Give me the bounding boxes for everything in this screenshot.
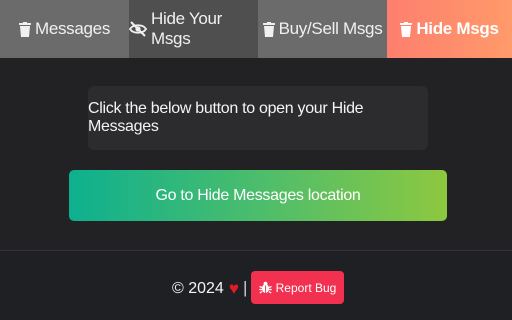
go-button-label: Go to Hide Messages location bbox=[155, 186, 361, 204]
go-to-hide-messages-button[interactable]: Go to Hide Messages location bbox=[69, 170, 447, 221]
tab-buy-sell-msgs[interactable]: Buy/Sell Msgs bbox=[258, 0, 387, 58]
tab-buy-sell-msgs-label: Buy/Sell Msgs bbox=[278, 19, 383, 38]
tab-hide-your-msgs-label: Hide Your Msgs bbox=[151, 9, 223, 48]
tab-hide-your-msgs[interactable]: Hide Your Msgs bbox=[129, 0, 258, 58]
tab-bar: Messages Hide Your Msgs Buy/Sell Msgs Hi… bbox=[0, 0, 512, 58]
eye-slash-icon bbox=[129, 21, 147, 37]
tab-hide-msgs[interactable]: Hide Msgs bbox=[387, 0, 512, 58]
bug-icon bbox=[258, 281, 272, 294]
trash-icon bbox=[262, 21, 275, 37]
tab-hide-msgs-label: Hide Msgs bbox=[416, 19, 499, 38]
info-text: Click the below button to open your Hide… bbox=[88, 100, 364, 135]
heart-icon: ♥ bbox=[228, 279, 239, 298]
trash-icon bbox=[400, 21, 413, 37]
main-panel: Click the below button to open your Hide… bbox=[0, 58, 512, 250]
footer-separator: | bbox=[243, 278, 248, 297]
report-bug-label: Report Bug bbox=[275, 280, 337, 295]
tab-messages-label: Messages bbox=[34, 19, 111, 38]
tab-messages[interactable]: Messages bbox=[0, 0, 129, 58]
footer: © 2024 ♥ | Report Bug bbox=[0, 251, 512, 320]
copyright-text: © 2024 bbox=[172, 280, 224, 297]
copyright: © 2024 ♥ bbox=[172, 279, 239, 299]
report-bug-button[interactable]: Report Bug bbox=[251, 271, 344, 304]
info-message: Click the below button to open your Hide… bbox=[88, 86, 428, 150]
trash-icon bbox=[18, 21, 31, 37]
